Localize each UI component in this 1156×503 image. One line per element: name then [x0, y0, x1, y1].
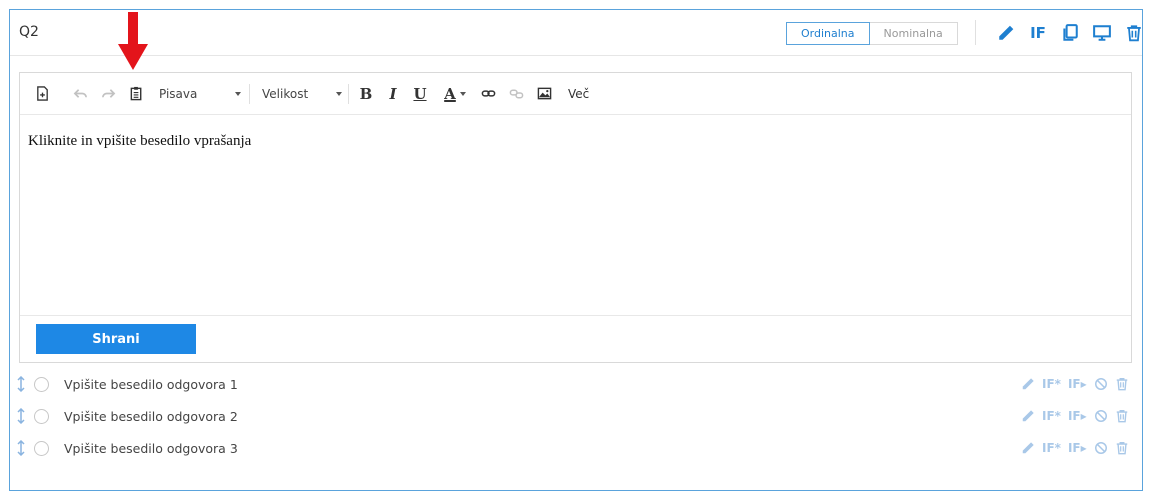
if-star-button[interactable]: IF* — [1042, 408, 1061, 424]
answer-label[interactable]: Vpišite besedilo odgovora 3 — [64, 441, 238, 456]
if-label: IF — [1030, 24, 1046, 42]
if-arrow-button[interactable]: IF▸ — [1068, 408, 1087, 424]
answer-radio[interactable] — [34, 377, 49, 392]
toolbar-divider — [249, 83, 250, 104]
answer-row: Vpišite besedilo odgovora 1 IF* IF▸ — [10, 368, 1142, 400]
drag-handle-icon[interactable] — [16, 408, 26, 424]
question-header: Q2 Ordinalna Nominalna IF — [10, 10, 1142, 56]
redo-icon[interactable] — [98, 83, 118, 105]
nominal-option[interactable]: Nominalna — [870, 23, 957, 44]
annotation-arrow-icon — [118, 12, 148, 70]
if-icon[interactable]: IF — [1022, 22, 1054, 44]
copy-icon[interactable] — [1054, 22, 1086, 44]
image-icon[interactable] — [534, 83, 554, 105]
size-dropdown-label: Velikost — [262, 86, 309, 101]
unlink-icon[interactable] — [506, 83, 526, 105]
answer-label[interactable]: Vpišite besedilo odgovora 1 — [64, 377, 238, 392]
drag-handle-icon[interactable] — [16, 376, 26, 392]
more-button[interactable]: Več — [568, 87, 589, 101]
rich-text-editor: Pisava Velikost B I U A Več Kliknite in … — [19, 72, 1132, 363]
answer-actions: IF* IF▸ — [1021, 376, 1136, 392]
answer-list: Vpišite besedilo odgovora 1 IF* IF▸ Vpiš… — [10, 368, 1142, 464]
underline-button[interactable]: U — [409, 83, 431, 105]
toolbar-divider — [348, 83, 349, 104]
text-color-label: A — [444, 84, 456, 103]
editor-toolbar: Pisava Velikost B I U A Več — [20, 73, 1131, 115]
ban-icon[interactable] — [1094, 440, 1108, 456]
trash-icon[interactable] — [1115, 376, 1129, 392]
answer-row: Vpišite besedilo odgovora 2 IF* IF▸ — [10, 400, 1142, 432]
ban-icon[interactable] — [1094, 408, 1108, 424]
font-dropdown-label: Pisava — [159, 86, 198, 101]
if-star-button[interactable]: IF* — [1042, 376, 1061, 392]
chevron-down-icon — [459, 91, 466, 96]
editor-footer-divider — [20, 315, 1131, 316]
question-title: Q2 — [19, 24, 39, 40]
italic-button[interactable]: I — [382, 83, 404, 105]
question-card: Q2 Ordinalna Nominalna IF Pisava Velikos… — [9, 9, 1143, 491]
drag-handle-icon[interactable] — [16, 440, 26, 456]
answer-actions: IF* IF▸ — [1021, 440, 1136, 456]
new-document-icon[interactable] — [32, 83, 52, 105]
pencil-icon[interactable] — [1021, 408, 1035, 424]
answer-radio[interactable] — [34, 409, 49, 424]
trash-icon[interactable] — [1115, 408, 1129, 424]
paste-icon[interactable] — [126, 83, 146, 105]
chevron-down-icon — [235, 91, 241, 96]
trash-icon[interactable] — [1118, 22, 1150, 44]
trash-icon[interactable] — [1115, 440, 1129, 456]
pencil-icon[interactable] — [1021, 376, 1035, 392]
link-icon[interactable] — [478, 83, 498, 105]
answer-actions: IF* IF▸ — [1021, 408, 1136, 424]
size-dropdown[interactable]: Velikost — [262, 87, 342, 101]
header-actions: IF — [990, 22, 1150, 44]
answer-radio[interactable] — [34, 441, 49, 456]
chevron-down-icon — [336, 91, 342, 96]
text-color-button[interactable]: A — [440, 83, 470, 105]
if-arrow-button[interactable]: IF▸ — [1068, 376, 1087, 392]
if-star-button[interactable]: IF* — [1042, 440, 1061, 456]
monitor-icon[interactable] — [1086, 22, 1118, 44]
answer-row: Vpišite besedilo odgovora 3 IF* IF▸ — [10, 432, 1142, 464]
if-arrow-button[interactable]: IF▸ — [1068, 440, 1087, 456]
pencil-icon[interactable] — [990, 22, 1022, 44]
question-text-area[interactable]: Kliknite in vpišite besedilo vprašanja — [28, 133, 251, 150]
ban-icon[interactable] — [1094, 376, 1108, 392]
font-dropdown[interactable]: Pisava — [159, 87, 241, 101]
pencil-icon[interactable] — [1021, 440, 1035, 456]
answer-label[interactable]: Vpišite besedilo odgovora 2 — [64, 409, 238, 424]
undo-icon[interactable] — [70, 83, 90, 105]
bold-button[interactable]: B — [355, 83, 377, 105]
ordinal-option[interactable]: Ordinalna — [786, 22, 870, 45]
header-divider — [975, 20, 976, 45]
scale-toggle: Ordinalna Nominalna — [786, 22, 958, 45]
save-button[interactable]: Shrani — [36, 324, 196, 354]
